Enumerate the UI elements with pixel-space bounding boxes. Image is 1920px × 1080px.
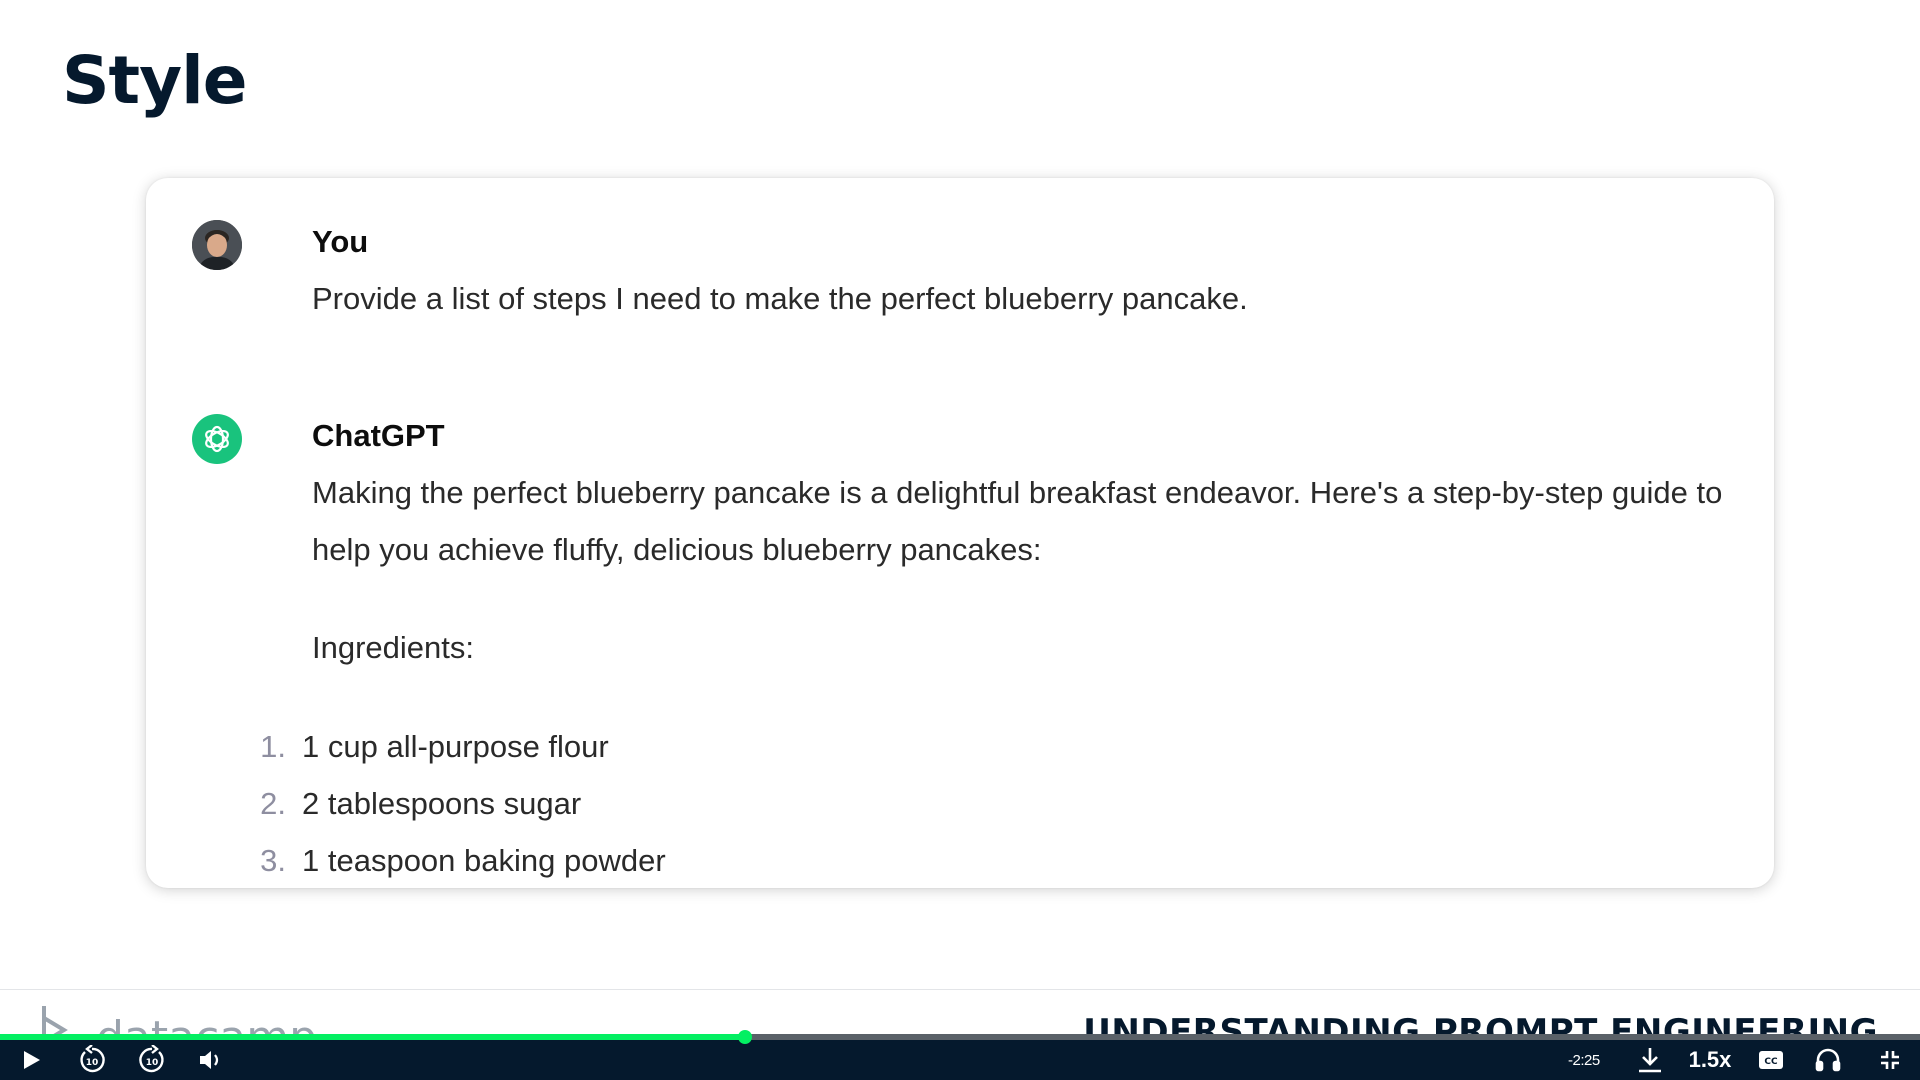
forward-10-icon: 10 [139,1045,164,1073]
ingredients-list: 1. 1 cup all-purpose flour 2. 2 tablespo… [192,718,1722,888]
volume-icon [200,1051,219,1069]
list-item-number: 3. [260,843,286,878]
headphones-icon [1815,1048,1841,1072]
user-message-text: Provide a list of steps I need to make t… [312,281,1248,316]
download-button[interactable] [1632,1040,1668,1080]
list-item-text: 2 tablespoons sugar [302,786,582,821]
list-item-number: 1. [260,729,286,764]
list-item: 3. 1 teaspoon baking powder [192,832,1722,888]
user-avatar [192,220,242,270]
audio-button[interactable] [1810,1040,1846,1080]
chat-screenshot-card: You Provide a list of steps I need to ma… [146,178,1774,888]
exit-fullscreen-button[interactable] [1872,1040,1908,1080]
captions-icon: CC [1759,1051,1783,1069]
chatgpt-logo-icon [192,414,242,464]
svg-text:10: 10 [146,1058,159,1068]
footer-divider [0,989,1920,990]
svg-text:CC: CC [1764,1057,1778,1067]
captions-button[interactable]: CC [1754,1040,1788,1080]
forward-10-button[interactable]: 10 [132,1040,172,1080]
progress-fill [0,1034,745,1040]
play-button[interactable] [14,1040,48,1080]
playback-speed: 1.5x [1688,1047,1732,1072]
slide-title: Style [62,42,247,119]
time-remaining: -2:25 [1568,1051,1600,1069]
progress-scrubber[interactable] [737,1030,752,1044]
progress-bar[interactable] [0,1030,1920,1044]
list-item: 2. 2 tablespoons sugar [192,775,1722,832]
video-player-controls: 10 10 -2:25 1.5x CC [0,1040,1920,1080]
list-item-text: 1 cup all-purpose flour [302,729,609,764]
svg-text:10: 10 [86,1058,99,1068]
volume-button[interactable] [194,1040,228,1080]
list-item: 1. 1 cup all-purpose flour [192,718,1722,775]
playback-speed-button[interactable]: 1.5x [1686,1040,1734,1080]
rewind-10-button[interactable]: 10 [72,1040,112,1080]
user-name: You [312,224,369,259]
download-icon [1639,1048,1661,1073]
play-icon [24,1051,40,1069]
rewind-10-icon: 10 [80,1045,105,1073]
list-item-text: 1 teaspoon baking powder [302,843,666,878]
assistant-intro: Making the perfect blueberry pancake is … [312,475,1723,567]
ingredients-heading: Ingredients: [312,630,474,665]
list-item-number: 2. [260,786,286,821]
exit-fullscreen-icon [1881,1051,1899,1069]
assistant-response: Making the perfect blueberry pancake is … [192,464,1722,888]
assistant-name: ChatGPT [312,418,445,453]
